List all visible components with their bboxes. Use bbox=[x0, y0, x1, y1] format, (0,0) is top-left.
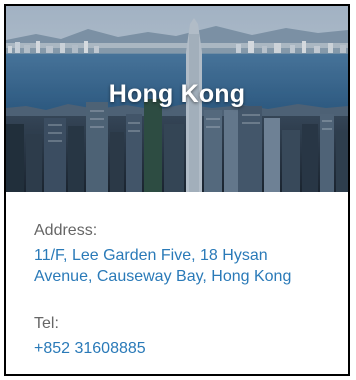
city-hero-image: Hong Kong bbox=[6, 6, 348, 192]
tel-link[interactable]: +852 31608885 bbox=[34, 338, 334, 359]
location-card: Hong Kong Address: 11/F, Lee Garden Five… bbox=[4, 4, 350, 376]
address-line-2[interactable]: Avenue, Causeway Bay, Hong Kong bbox=[34, 266, 334, 287]
city-title: Hong Kong bbox=[108, 80, 246, 108]
address-line-1[interactable]: 11/F, Lee Garden Five, 18 Hysan bbox=[34, 245, 334, 266]
tel-label: Tel: bbox=[34, 315, 59, 332]
address-value[interactable]: 11/F, Lee Garden Five, 18 Hysan Avenue, … bbox=[34, 245, 334, 287]
telephone-block: Tel: +852 31608885 bbox=[34, 314, 334, 359]
address-label: Address: bbox=[34, 222, 98, 239]
contact-info: Address: 11/F, Lee Garden Five, 18 Hysan… bbox=[34, 221, 334, 359]
